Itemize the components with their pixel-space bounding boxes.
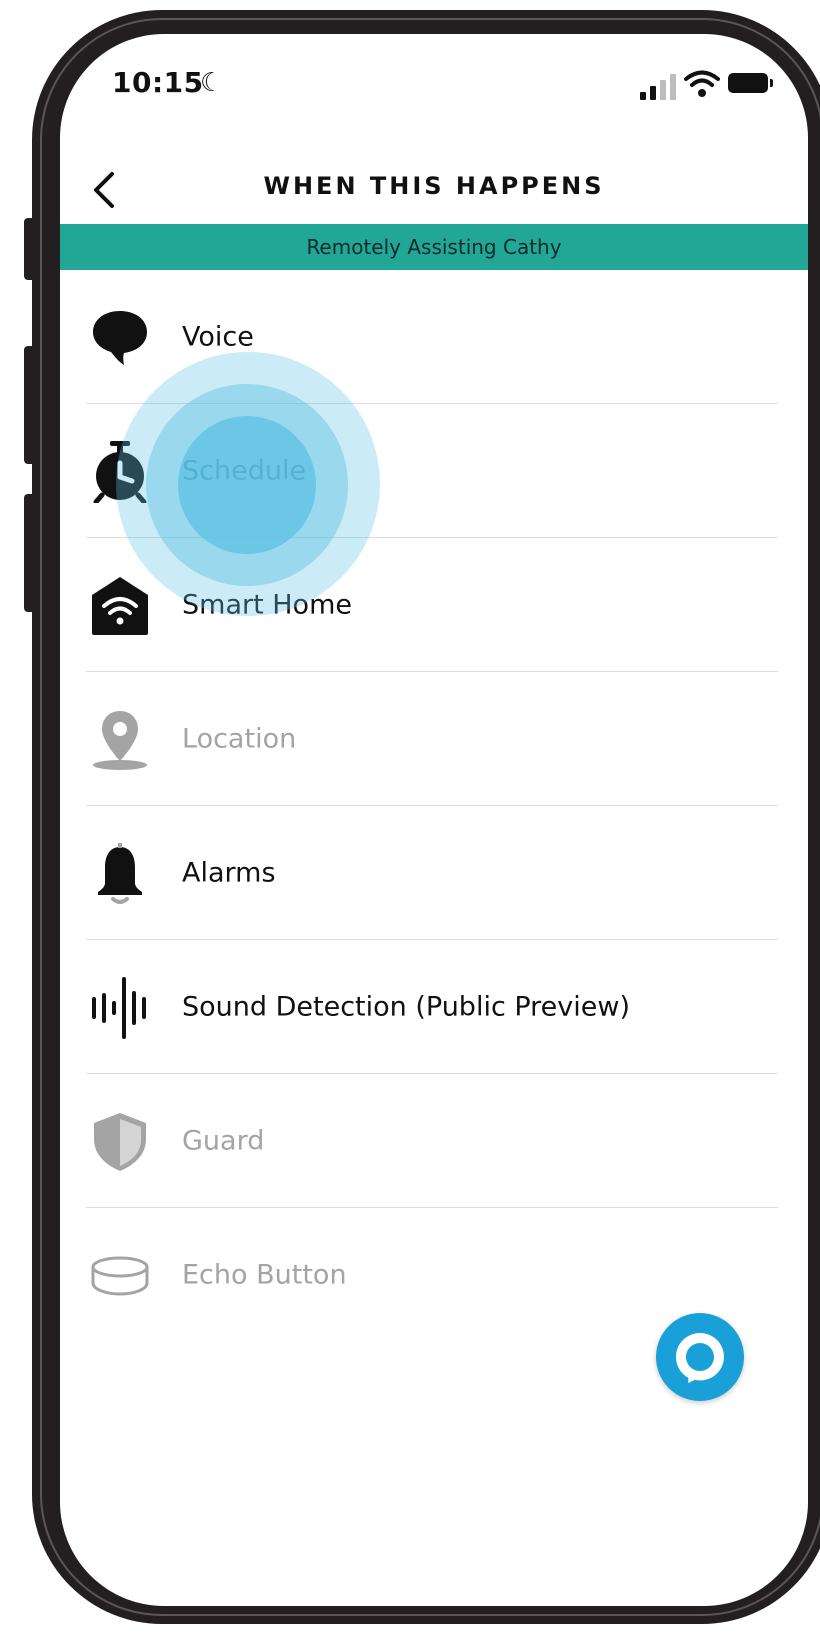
- sound-wave-icon: [92, 977, 146, 1039]
- phone-screen: 10:15 ☾ WHEN THIS HAPPENS Remotely Assis…: [60, 34, 808, 1606]
- trigger-label: Echo Button: [182, 1259, 347, 1291]
- trigger-label: Location: [182, 723, 297, 755]
- trigger-item-smart-home[interactable]: Smart Home: [60, 538, 808, 672]
- trigger-list: Voice Schedule Smart Home Location Alarm…: [60, 270, 808, 1342]
- cellular-signal-icon: [640, 74, 680, 100]
- trigger-item-alarms[interactable]: Alarms: [60, 806, 808, 940]
- smart-home-icon: [92, 577, 148, 635]
- trigger-label: Alarms: [182, 857, 276, 889]
- alexa-button[interactable]: [656, 1313, 744, 1401]
- bell-icon: [98, 843, 142, 904]
- trigger-label: Voice: [182, 321, 254, 353]
- remote-assist-banner: Remotely Assisting Cathy: [60, 224, 808, 270]
- alexa-icon: [676, 1333, 724, 1383]
- trigger-label: Smart Home: [182, 589, 352, 621]
- trigger-item-guard[interactable]: Guard: [60, 1074, 808, 1208]
- trigger-label: Sound Detection (Public Preview): [182, 991, 631, 1023]
- do-not-disturb-moon-icon: ☾: [200, 68, 224, 98]
- trigger-item-location[interactable]: Location: [60, 672, 808, 806]
- trigger-label: Schedule: [182, 455, 307, 487]
- status-bar: 10:15 ☾: [60, 66, 808, 114]
- echo-button-icon: [91, 1256, 149, 1296]
- battery-icon: [728, 73, 773, 93]
- trigger-label: Guard: [182, 1125, 265, 1157]
- location-pin-icon: [93, 711, 147, 770]
- trigger-item-schedule[interactable]: Schedule: [60, 404, 808, 538]
- alarm-clock-icon: [93, 441, 147, 503]
- page-title: WHEN THIS HAPPENS: [263, 172, 605, 200]
- header: WHEN THIS HAPPENS: [60, 154, 808, 226]
- wifi-icon: [684, 70, 720, 97]
- trigger-item-voice[interactable]: Voice: [60, 270, 808, 404]
- status-time: 10:15: [112, 66, 204, 99]
- trigger-item-sound-detection[interactable]: Sound Detection (Public Preview): [60, 940, 808, 1074]
- shield-icon: [94, 1113, 146, 1171]
- speech-bubble-icon: [93, 311, 147, 365]
